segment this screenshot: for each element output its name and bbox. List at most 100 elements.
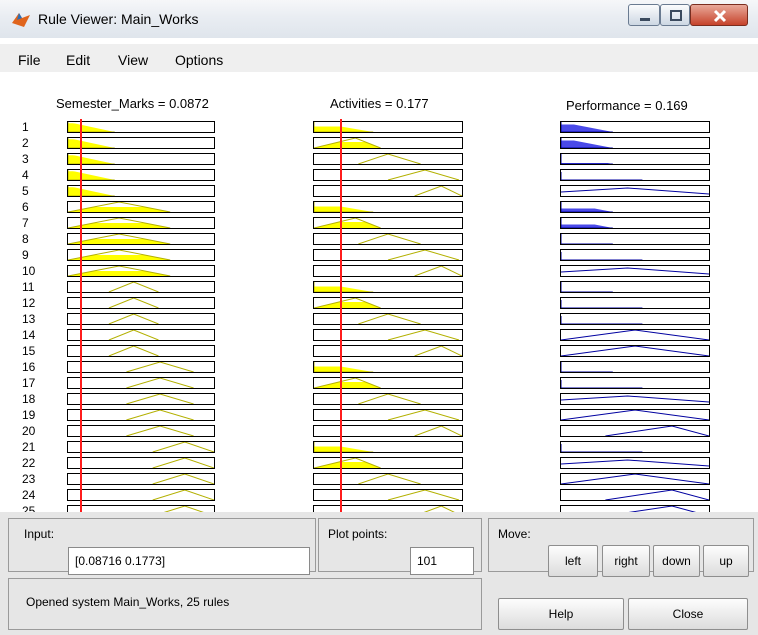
- plot-points-value: 101: [417, 554, 438, 568]
- mf-curve: [561, 395, 709, 403]
- performance-mf: [560, 393, 710, 405]
- maximize-icon: [670, 10, 682, 21]
- rule-number[interactable]: 20: [22, 425, 52, 437]
- move-down-button[interactable]: down: [653, 545, 700, 577]
- mf-curve: [358, 394, 421, 404]
- semester-mf: [67, 281, 215, 293]
- rule-number[interactable]: 23: [22, 473, 52, 485]
- rule-number[interactable]: 8: [22, 233, 52, 245]
- mf-curve: [358, 474, 421, 484]
- mf-fill: [68, 255, 171, 260]
- mf-fill: [561, 208, 613, 212]
- mf-fill: [68, 123, 115, 132]
- help-button[interactable]: Help: [498, 598, 624, 630]
- semester-marks-label: Semester_Marks = 0.0872: [56, 96, 209, 111]
- move-right-button[interactable]: right: [602, 545, 650, 577]
- mf-curve: [561, 267, 709, 275]
- rule-number[interactable]: 15: [22, 345, 52, 357]
- rule-number[interactable]: 24: [22, 489, 52, 501]
- mf-curve: [152, 458, 214, 468]
- rule-number[interactable]: 13: [22, 313, 52, 325]
- performance-mf: [560, 329, 710, 341]
- semester-indicator-line[interactable]: [79, 119, 82, 525]
- activities-mf: [313, 457, 463, 469]
- activities-indicator-line[interactable]: [339, 119, 342, 525]
- close-window-button[interactable]: [690, 4, 748, 26]
- activities-mf: [313, 281, 463, 293]
- rule-number[interactable]: 12: [22, 297, 52, 309]
- rule-number[interactable]: 10: [22, 265, 52, 277]
- activities-mf: [313, 329, 463, 341]
- rule-number[interactable]: 16: [22, 361, 52, 373]
- semester-mf: [67, 329, 215, 341]
- mf-curve: [387, 330, 460, 340]
- activities-mf: [313, 361, 463, 373]
- mf-curve: [387, 250, 460, 260]
- rule-number[interactable]: 2: [22, 137, 52, 149]
- rule-number[interactable]: 4: [22, 169, 52, 181]
- menu-edit[interactable]: Edit: [66, 52, 90, 68]
- close-button[interactable]: Close: [628, 598, 748, 630]
- rule-number[interactable]: 19: [22, 409, 52, 421]
- mf-curve: [126, 362, 194, 372]
- mf-curve: [561, 362, 613, 372]
- menu-file[interactable]: File: [18, 52, 41, 68]
- move-left-button[interactable]: left: [548, 545, 598, 577]
- mf-fill: [68, 171, 115, 180]
- rule-number[interactable]: 9: [22, 249, 52, 261]
- activities-mf: [313, 217, 463, 229]
- performance-mf: [560, 409, 710, 421]
- activities-mf: [313, 201, 463, 213]
- activities-mf: [313, 489, 463, 501]
- rule-number[interactable]: 1: [22, 121, 52, 133]
- rule-number[interactable]: 3: [22, 153, 52, 165]
- maximize-button[interactable]: [660, 4, 690, 26]
- mf-curve: [561, 282, 613, 292]
- activities-mf: [313, 153, 463, 165]
- rule-number[interactable]: 6: [22, 201, 52, 213]
- rule-number[interactable]: 11: [22, 281, 52, 293]
- plot-points-field[interactable]: 101: [410, 547, 474, 575]
- move-up-button[interactable]: up: [703, 545, 749, 577]
- matlab-icon: [12, 11, 30, 27]
- window-title: Rule Viewer: Main_Works: [38, 11, 199, 27]
- mf-curve: [561, 300, 643, 308]
- rule-number[interactable]: 22: [22, 457, 52, 469]
- rule-plot-area: Semester_Marks = 0.0872 Activities = 0.1…: [0, 82, 758, 529]
- minimize-button[interactable]: [628, 4, 660, 26]
- rule-number[interactable]: 7: [22, 217, 52, 229]
- mf-curve: [126, 410, 194, 420]
- mf-fill: [314, 446, 374, 452]
- rule-number[interactable]: 14: [22, 329, 52, 341]
- mf-fill: [68, 155, 115, 164]
- activities-mf: [313, 233, 463, 245]
- mf-curve: [605, 426, 709, 436]
- mf-fill: [561, 124, 613, 132]
- mf-curve: [414, 266, 462, 276]
- activities-mf: [313, 425, 463, 437]
- activities-mf: [313, 265, 463, 277]
- semester-mf: [67, 393, 215, 405]
- menu-view[interactable]: View: [118, 52, 148, 68]
- rule-number[interactable]: 17: [22, 377, 52, 389]
- mf-curve: [126, 378, 194, 388]
- rule-number[interactable]: 21: [22, 441, 52, 453]
- rule-number[interactable]: 18: [22, 393, 52, 405]
- mf-curve: [108, 282, 159, 292]
- activities-mf: [313, 393, 463, 405]
- menu-options[interactable]: Options: [175, 52, 223, 68]
- mf-curve: [561, 234, 613, 244]
- mf-curve: [387, 490, 460, 500]
- mf-curve: [561, 172, 643, 180]
- mf-curve: [561, 410, 709, 420]
- performance-mf: [560, 169, 710, 181]
- mf-curve: [126, 394, 194, 404]
- rule-number[interactable]: 5: [22, 185, 52, 197]
- semester-mf: [67, 361, 215, 373]
- mf-fill: [314, 126, 374, 132]
- input-field[interactable]: [0.08716 0.1773]: [68, 547, 310, 575]
- mf-fill: [561, 224, 613, 228]
- performance-mf: [560, 281, 710, 293]
- semester-mf: [67, 457, 215, 469]
- minimize-icon: [640, 18, 650, 21]
